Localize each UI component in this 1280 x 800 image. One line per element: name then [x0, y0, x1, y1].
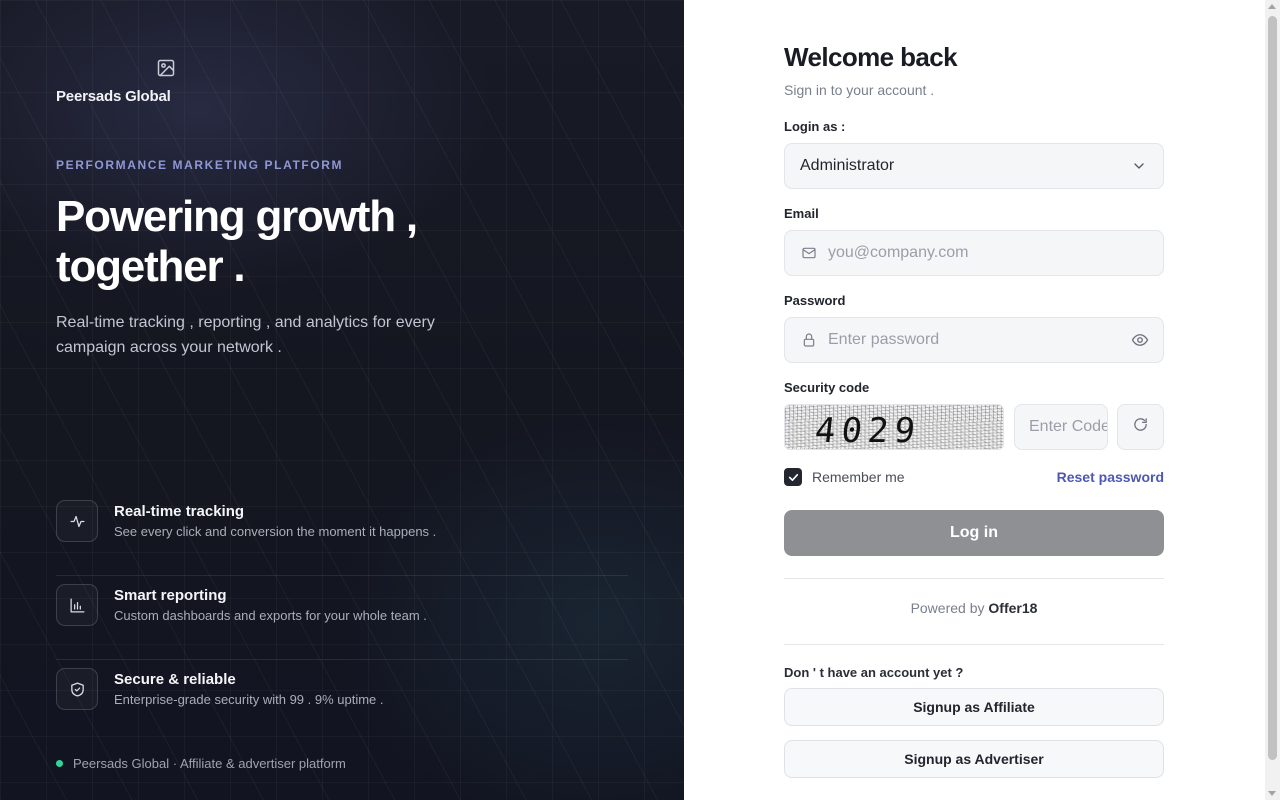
brand-name: Peersads Global [56, 88, 171, 105]
feature-item: Smart reporting Custom dashboards and ex… [56, 576, 628, 660]
divider [784, 578, 1164, 579]
feature-list: Real-time tracking See every click and c… [56, 492, 628, 744]
signup-advertiser-button[interactable]: Signup as Advertiser [784, 740, 1164, 778]
security-code-label: Security code [784, 380, 870, 395]
login-as-value: Administrator [800, 157, 895, 174]
password-label: Password [784, 293, 846, 308]
form-subtitle: Sign in to your account . [784, 82, 935, 98]
eye-icon[interactable] [1131, 331, 1149, 349]
divider [784, 644, 1164, 645]
footer-note: Peersads Global · Affiliate & advertiser… [56, 756, 346, 771]
email-field[interactable] [784, 230, 1164, 276]
password-field[interactable] [784, 317, 1164, 363]
feature-title: Smart reporting [114, 587, 227, 604]
remember-me[interactable]: Remember me [784, 468, 905, 486]
login-as-label: Login as : [784, 119, 846, 134]
remember-checkbox[interactable] [784, 468, 802, 486]
hero-headline-line-2: together . [56, 242, 246, 291]
chevron-down-icon [1131, 158, 1147, 174]
form-title: Welcome back [784, 42, 958, 72]
feature-description: Custom dashboards and exports for your w… [114, 608, 427, 623]
reset-password-link[interactable]: Reset password [1057, 469, 1164, 485]
login-button[interactable]: Log in [784, 510, 1164, 556]
feature-item: Real-time tracking See every click and c… [56, 492, 628, 576]
hero-eyebrow: PERFORMANCE MARKETING PLATFORM [56, 158, 344, 172]
email-label: Email [784, 206, 819, 221]
powered-by-brand: Offer18 [988, 600, 1038, 616]
hero-panel: Peersads Global PERFORMANCE MARKETING PL… [0, 0, 684, 800]
feature-item: Secure & reliable Enterprise-grade secur… [56, 660, 628, 744]
scrollbar-thumb[interactable] [1268, 16, 1277, 760]
feature-description: See every click and conversion the momen… [114, 524, 437, 539]
password-input[interactable] [828, 331, 1131, 349]
scroll-up-arrow-icon[interactable] [1268, 4, 1276, 9]
captcha-text: 4029 [812, 411, 923, 450]
feature-title: Secure & reliable [114, 671, 236, 688]
refresh-icon [1132, 416, 1149, 438]
bar-chart-icon [56, 584, 98, 626]
feature-title: Real-time tracking [114, 503, 245, 520]
footer-note-text: Peersads Global · Affiliate & advertiser… [73, 756, 346, 771]
login-panel: Welcome back Sign in to your account . L… [684, 0, 1280, 800]
image-icon [156, 58, 176, 78]
remember-label: Remember me [812, 469, 905, 485]
refresh-captcha-button[interactable] [1117, 404, 1164, 450]
captcha-image: 4029 [784, 404, 1004, 450]
status-dot [56, 760, 63, 767]
lock-icon [801, 332, 817, 348]
shield-check-icon [56, 668, 98, 710]
scroll-down-arrow-icon[interactable] [1268, 791, 1276, 796]
captcha-input[interactable] [1015, 405, 1107, 449]
captcha-field[interactable] [1014, 404, 1108, 450]
login-as-select[interactable]: Administrator [784, 143, 1164, 189]
powered-by: Powered by Offer18 [784, 600, 1164, 616]
no-account-text: Don ' t have an account yet ? [784, 665, 964, 680]
hero-headline-line-1: Powering growth , [56, 192, 418, 241]
activity-icon [56, 500, 98, 542]
page-scrollbar[interactable] [1265, 0, 1280, 800]
feature-description: Enterprise-grade security with 99 . 9% u… [114, 692, 384, 707]
powered-by-prefix: Powered by [910, 600, 985, 616]
mail-icon [801, 245, 817, 261]
hero-subtext: Real-time tracking , reporting , and ana… [56, 314, 435, 356]
email-input[interactable] [828, 244, 1163, 262]
signup-affiliate-button[interactable]: Signup as Affiliate [784, 688, 1164, 726]
hero-headline: Powering growth , together . [56, 192, 576, 292]
check-icon [788, 473, 798, 481]
